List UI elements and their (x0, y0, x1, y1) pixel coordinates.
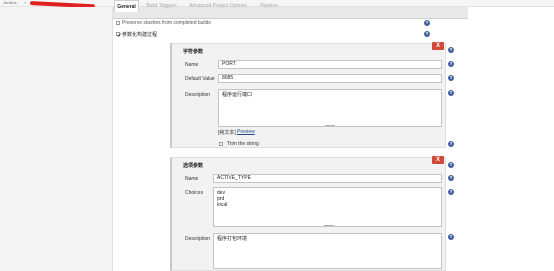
help-icon[interactable]: ? (448, 75, 454, 81)
description-label: Description (185, 236, 211, 242)
help-icon[interactable]: ? (448, 61, 454, 67)
parameter-type-title: 字符参数 (183, 49, 204, 55)
resize-handle[interactable] (324, 225, 334, 226)
help-icon[interactable]: ? (448, 189, 454, 195)
choices-textarea[interactable]: dev prd local (213, 187, 442, 227)
help-icon[interactable]: ? (448, 175, 454, 181)
text-format-label: [纯文本] (218, 130, 236, 136)
default-value-input[interactable]: 8085 (218, 74, 442, 83)
parameterized-label: 参数化构建过程 (122, 32, 158, 38)
tab-build-triggers[interactable]: Build Triggers (143, 0, 180, 12)
left-side-panel (0, 7, 112, 271)
parameterized-checkbox[interactable] (116, 32, 121, 37)
description-textarea[interactable]: 程序打包环境 (213, 233, 442, 269)
name-label: Name (185, 62, 199, 68)
tab-advanced-project-options[interactable]: Advanced Project Options (185, 0, 251, 12)
panel-divider (112, 7, 113, 271)
resize-handle[interactable] (325, 125, 335, 126)
default-value-label: Default Value (185, 76, 215, 82)
choices-label: Choices (185, 190, 204, 196)
right-gutter (468, 7, 554, 271)
trim-string-label: Trim the string (227, 141, 259, 147)
help-icon[interactable]: ? (424, 31, 430, 37)
breadcrumb-jenkins-link[interactable]: Jenkins (3, 0, 17, 6)
help-icon[interactable]: ? (448, 234, 454, 240)
trim-string-checkbox[interactable] (219, 142, 223, 146)
parameter-type-title: 选项参数 (183, 163, 204, 169)
discard-builds-label: Preserve stashes from completed builds (122, 20, 211, 26)
help-icon[interactable]: ? (448, 90, 454, 96)
preview-link[interactable]: Preview (237, 129, 255, 135)
discard-builds-checkbox[interactable] (116, 21, 120, 25)
help-icon[interactable]: ? (424, 20, 430, 26)
name-input[interactable]: ACTIVE_TYPE (213, 174, 442, 183)
help-icon[interactable]: ? (448, 141, 454, 147)
name-label: Name (185, 176, 199, 182)
jenkins-config-page: Jenkins » General Build Triggers Advance… (0, 0, 554, 271)
name-input[interactable]: PORT (218, 60, 442, 69)
breadcrumb-separator: » (24, 0, 27, 5)
description-textarea[interactable]: 程序运行端口 (218, 89, 442, 127)
delete-parameter-button[interactable]: X (432, 42, 444, 50)
tab-pipeline[interactable]: Pipeline (254, 0, 284, 12)
tab-general[interactable]: General (114, 0, 139, 12)
check-icon (117, 33, 121, 37)
help-icon[interactable]: ? (448, 162, 454, 168)
delete-parameter-button[interactable]: X (432, 156, 444, 164)
description-label: Description (185, 92, 211, 98)
help-icon[interactable]: ? (448, 47, 454, 53)
